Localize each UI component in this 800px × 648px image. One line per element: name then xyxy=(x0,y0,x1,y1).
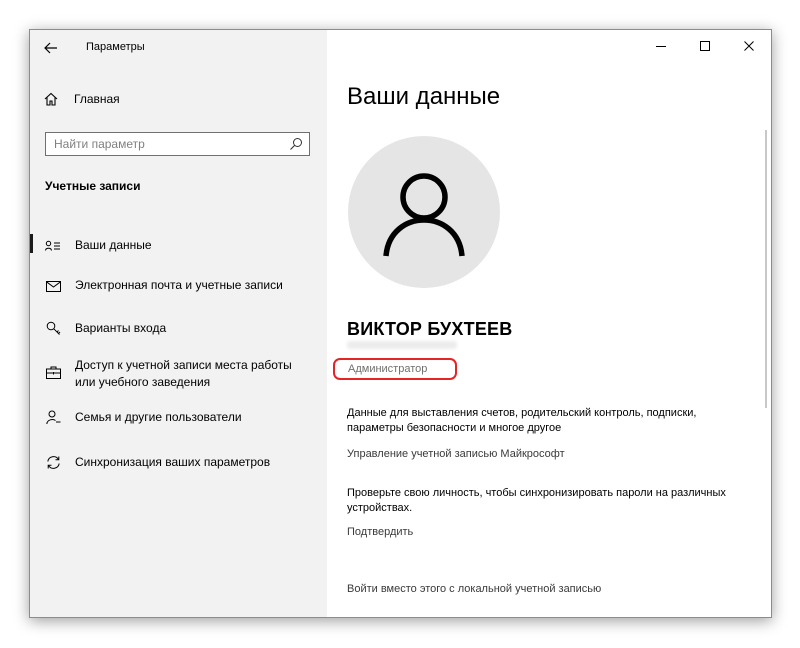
person-add-icon xyxy=(45,409,61,425)
minimize-icon xyxy=(656,46,666,47)
sidebar-item-label: Электронная почта и учетные записи xyxy=(75,278,283,292)
minimize-button[interactable] xyxy=(639,30,683,62)
role-highlight: Администратор xyxy=(333,358,457,380)
nav-home-label: Главная xyxy=(74,92,120,106)
key-icon xyxy=(45,320,61,336)
section-title: Учетные записи xyxy=(45,179,141,193)
app-title: Параметры xyxy=(86,41,145,53)
search-icon xyxy=(290,138,302,150)
sidebar-item-label: Синхронизация ваших параметров xyxy=(75,455,271,469)
sidebar-item-label: Ваши данные xyxy=(75,238,152,252)
verify-link[interactable]: Подтвердить xyxy=(347,526,413,538)
page-title: Ваши данные xyxy=(347,83,501,110)
verify-description: Проверьте свою личность, чтобы синхрониз… xyxy=(347,487,726,514)
search-box[interactable] xyxy=(45,132,310,156)
sync-icon xyxy=(45,454,61,470)
sidebar-item-label: Доступ к учетной записи места работы или… xyxy=(75,358,292,389)
close-icon xyxy=(744,41,754,51)
billing-description: Данные для выставления счетов, родительс… xyxy=(347,407,697,434)
back-button[interactable] xyxy=(38,36,64,60)
user-name: ВИКТОР БУХТЕЕВ xyxy=(347,319,513,339)
scrollbar[interactable] xyxy=(765,130,767,408)
back-arrow-icon xyxy=(44,42,57,54)
account-role: Администратор xyxy=(348,363,428,375)
sidebar-item-label: Варианты входа xyxy=(75,321,167,335)
settings-window: Параметры Главная Учетные записи xyxy=(29,29,772,618)
manage-account-link[interactable]: Управление учетной записью Майкрософт xyxy=(347,448,565,460)
user-card-icon xyxy=(45,238,61,254)
local-account-link[interactable]: Войти вместо этого с локальной учетной з… xyxy=(347,583,601,595)
sidebar: Параметры Главная Учетные записи xyxy=(30,30,327,617)
briefcase-icon xyxy=(45,364,61,380)
user-avatar-icon xyxy=(383,173,465,257)
home-icon xyxy=(44,92,58,106)
caption-buttons xyxy=(639,30,771,62)
user-email-redacted xyxy=(347,341,457,349)
search-input[interactable] xyxy=(46,133,271,155)
avatar xyxy=(348,136,500,288)
sidebar-item-label: Семья и другие пользователи xyxy=(75,410,242,424)
maximize-button[interactable] xyxy=(683,30,727,62)
mail-icon xyxy=(45,278,61,294)
main-content: Ваши данные ВИКТОР БУХТЕЕВ Администратор… xyxy=(327,30,771,617)
close-button[interactable] xyxy=(727,30,771,62)
maximize-icon xyxy=(700,41,710,51)
nav-home[interactable]: Главная xyxy=(44,88,120,110)
